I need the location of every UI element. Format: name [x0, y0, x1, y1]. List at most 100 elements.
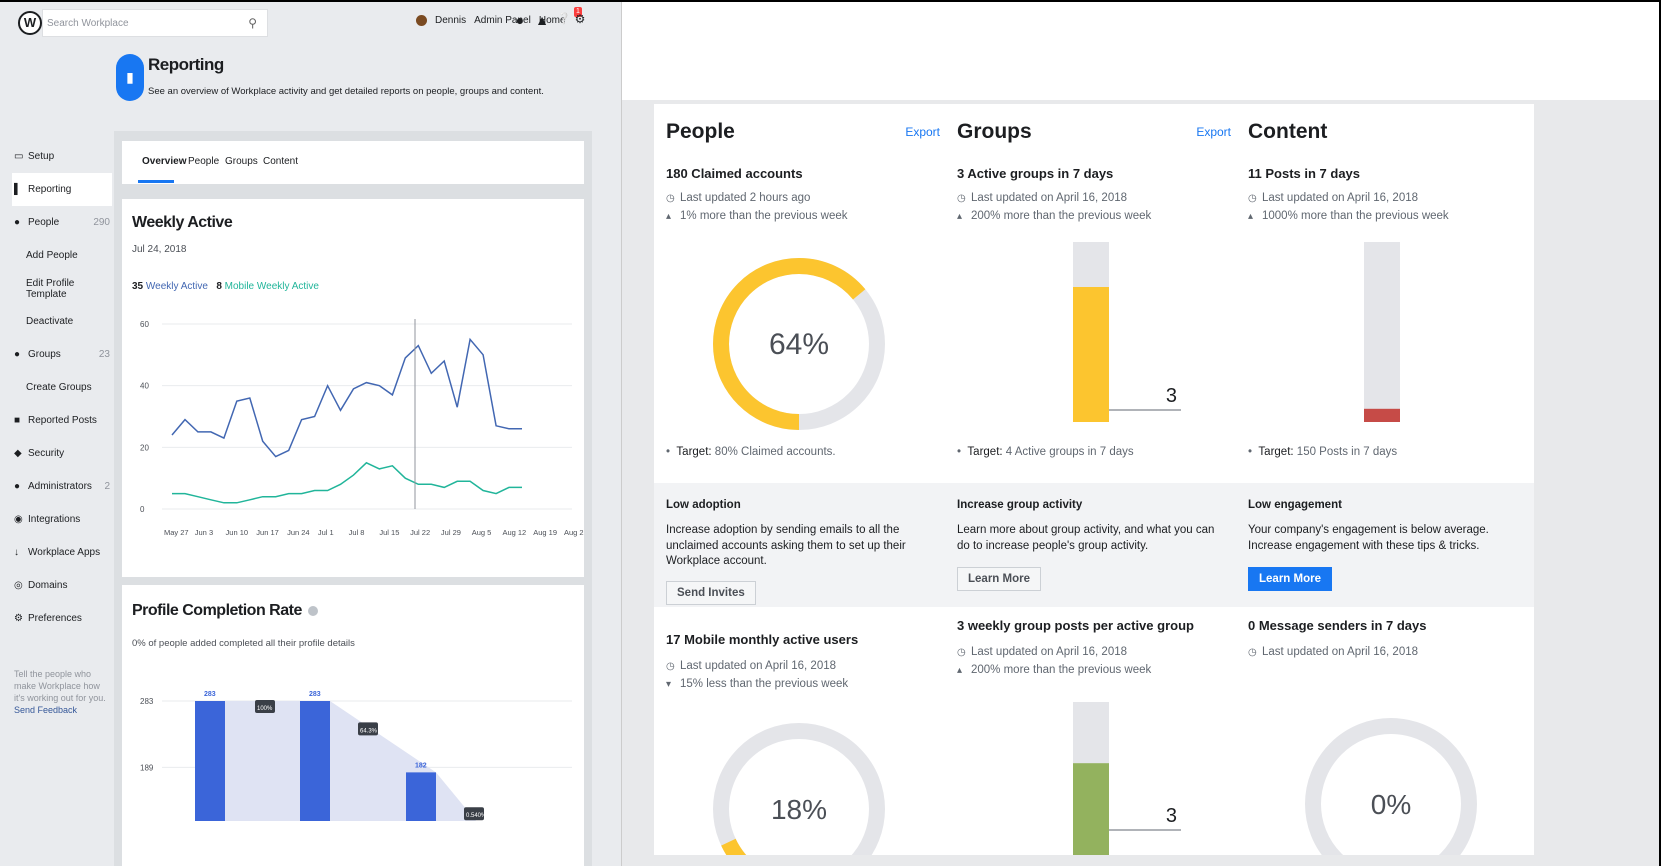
people-target-label: Target:	[676, 446, 712, 458]
x-tick-label: Jun 24	[287, 528, 310, 537]
report-main-column: Overview People Groups Content Weekly Ac…	[114, 131, 592, 866]
search-icon[interactable]: ⚲	[248, 16, 257, 30]
sidebar-item-groups[interactable]: ● Groups 23	[12, 338, 112, 371]
bell-icon[interactable]: ▲	[534, 12, 550, 30]
clock-icon: ◷	[1248, 647, 1257, 658]
sidebar-item-add-people[interactable]: Add People	[12, 239, 112, 272]
feedback-text: Tell the people who make Workplace how i…	[14, 669, 106, 703]
tab-content[interactable]: Content	[263, 156, 298, 167]
message-senders-updated-text: Last updated on April 16, 2018	[1262, 646, 1419, 658]
sidebar-item-domains[interactable]: ◎ Domains	[12, 569, 112, 602]
sidebar-item-label: Setup	[28, 151, 55, 162]
people-title: People	[666, 120, 735, 143]
people-tip-title: Low adoption	[666, 499, 741, 511]
step-percentage-label: 0.540%	[466, 813, 487, 819]
search-input[interactable]	[43, 10, 233, 36]
workplace-logo-icon[interactable]: W	[18, 11, 42, 35]
settings-gear-icon[interactable]: ⚙	[572, 12, 588, 30]
content-progress-bar: 11	[1364, 242, 1400, 422]
people-export-link[interactable]: Export	[905, 125, 940, 139]
sidebar-item-label: Deactivate	[26, 316, 74, 327]
bar-value-label: 3	[1166, 385, 1177, 407]
sidebar-item-label: Domains	[28, 580, 68, 591]
sidebar-item-people[interactable]: ● People 290	[12, 206, 112, 239]
tab-people[interactable]: People	[188, 156, 219, 167]
arrow-up-icon: ▴	[1248, 211, 1254, 222]
legend-weekly-count: 35	[132, 281, 144, 292]
legend-mobile-label[interactable]: Mobile Weekly Active	[225, 281, 319, 292]
weekly-active-date: Jul 24, 2018	[132, 244, 187, 255]
mobile-change-text: 15% less than the previous week	[680, 678, 849, 690]
groups-target-text: 4 Active groups in 7 days	[1005, 446, 1134, 458]
send-invites-button[interactable]: Send Invites	[666, 581, 756, 605]
content-learn-more-button[interactable]: Learn More	[1248, 567, 1332, 591]
sidebar-item-workplace-apps[interactable]: ↓ Workplace Apps	[12, 536, 112, 569]
clock-icon: ◷	[666, 661, 675, 672]
people-tip-body: Increase adoption by sending emails to a…	[666, 524, 906, 567]
sidebar-item-preferences[interactable]: ⚙ Preferences	[12, 602, 112, 635]
sidebar-item-label: Edit Profile Template	[26, 277, 75, 300]
content-tip: Low engagement Your company's engagement…	[1236, 483, 1534, 607]
mobile-updated-text: Last updated on April 16, 2018	[680, 660, 837, 672]
x-tick-label: Aug 5	[472, 528, 492, 537]
globe-icon: ◎	[14, 580, 23, 591]
admin-icon: ●	[14, 481, 21, 492]
sidebar-item-label: Reported Posts	[28, 415, 97, 426]
sidebar-item-reported-posts[interactable]: ■ Reported Posts	[12, 404, 112, 437]
sidebar-item-reporting[interactable]: ▌ Reporting	[12, 173, 112, 206]
clock-icon: ◷	[1248, 193, 1257, 204]
sidebar-item-count: 2	[104, 481, 110, 492]
report-tabs: Overview People Groups Content	[122, 141, 584, 184]
groups-tip-title: Increase group activity	[957, 499, 1083, 511]
sidebar-item-deactivate[interactable]: Deactivate	[12, 305, 112, 338]
tab-overview[interactable]: Overview	[142, 156, 186, 167]
people-change-text: 1% more than the previous week	[680, 210, 848, 222]
groups-learn-more-button[interactable]: Learn More	[957, 567, 1041, 591]
progress-fill	[1073, 763, 1109, 866]
x-tick-label: Aug 12	[502, 528, 526, 537]
sidebar-item-label: People	[28, 217, 60, 228]
profile-completion-title-text: Profile Completion Rate	[132, 602, 302, 619]
sidebar-item-administrators[interactable]: ● Administrators 2	[12, 470, 112, 503]
user-name-link[interactable]: Dennis	[435, 15, 466, 26]
series-line-weekly-active	[171, 337, 522, 458]
progress-track	[1364, 242, 1400, 422]
flag-icon: ■	[14, 415, 21, 426]
legend-weekly-label[interactable]: Weekly Active	[146, 281, 208, 292]
send-feedback-link[interactable]: Send Feedback	[14, 705, 77, 715]
weekly-active-line-chart[interactable]: 0 20 40 60 May 27 Jun 3 Jun 10 Jun 17 Jun 24 Jul …	[122, 309, 584, 577]
bar	[195, 701, 225, 821]
sidebar-item-create-groups[interactable]: Create Groups	[12, 371, 112, 404]
sidebar-item-label: Preferences	[28, 613, 82, 624]
content-metric: 11 Posts in 7 days	[1248, 166, 1361, 181]
step-percentage-label: 64.3%	[360, 728, 378, 734]
profile-completion-subtitle: 0% of people added completed all their p…	[132, 638, 355, 649]
top-bar: W ⚲ Dennis Admin Panel Home ● ▲ 1 ❔ ⚙	[0, 0, 621, 46]
sidebar-item-setup[interactable]: ▭ Setup	[12, 140, 112, 173]
sidebar-item-security[interactable]: ◆ Security	[12, 437, 112, 470]
x-tick-label: Jul 1	[318, 528, 334, 537]
sidebar-item-label: Security	[28, 448, 65, 459]
screenshot-root: W ⚲ Dennis Admin Panel Home ● ▲ 1 ❔ ⚙ ▮ …	[0, 0, 1661, 866]
people-updated: ◷ Last updated 2 hours ago	[666, 192, 810, 204]
info-icon[interactable]	[307, 605, 318, 616]
y-tick-label: 0	[140, 505, 145, 514]
sidebar-item-label: Add People	[26, 250, 78, 261]
arrow-down-icon: ▾	[666, 679, 672, 690]
sidebar-item-label: Workplace Apps	[28, 547, 101, 558]
tab-groups[interactable]: Groups	[225, 156, 258, 167]
groups-export-link[interactable]: Export	[1196, 125, 1231, 139]
content-title: Content	[1248, 120, 1328, 143]
sidebar-item-edit-profile-template[interactable]: Edit Profile Template	[12, 272, 112, 305]
help-icon[interactable]: ❔	[556, 12, 572, 30]
avatar[interactable]	[416, 15, 427, 26]
profile-completion-card: Profile Completion Rate 0% of people add…	[122, 585, 584, 866]
search-box[interactable]: ⚲	[42, 9, 268, 37]
sidebar-item-integrations[interactable]: ◉ Integrations	[12, 503, 112, 536]
donut-center-label: 18%	[771, 794, 827, 825]
clock-icon: ◷	[666, 193, 675, 204]
puzzle-icon: ◉	[14, 514, 23, 525]
message-senders-donut-chart: 0%	[1305, 718, 1477, 866]
people-change: ▴ 1% more than the previous week	[666, 210, 847, 222]
chat-icon[interactable]: ●	[512, 12, 528, 30]
